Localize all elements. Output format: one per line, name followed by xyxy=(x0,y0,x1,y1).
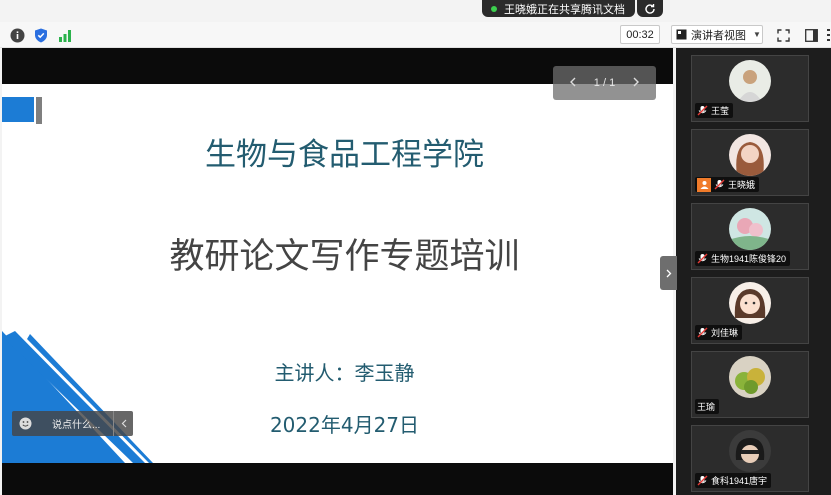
chevron-right-icon xyxy=(666,269,671,277)
layout-icon xyxy=(676,29,687,40)
participant-tile[interactable]: 生物1941陈俊锋20 xyxy=(691,203,809,270)
participant-name: 生物1941陈俊锋20 xyxy=(711,254,787,264)
fullscreen-icon xyxy=(776,28,790,42)
avatar xyxy=(729,60,771,102)
participant-tile[interactable]: 王晓娥 xyxy=(691,129,809,196)
meeting-toolbar: 00:32 演讲者视图 ▼ xyxy=(0,22,831,48)
switch-share-button[interactable] xyxy=(637,0,663,17)
meeting-window: 王晓娥正在共享腾讯文档 00:32 演讲者视图 ▼ 生物与食品工程学院 教研论文… xyxy=(0,0,831,495)
avatar xyxy=(729,208,771,250)
mic-muted-icon xyxy=(697,253,708,264)
chevron-right-icon xyxy=(633,77,639,86)
info-button[interactable] xyxy=(9,27,25,43)
fullscreen-button[interactable] xyxy=(775,27,791,43)
network-status-button[interactable] xyxy=(57,27,73,43)
more-options-button[interactable] xyxy=(824,27,831,43)
participant-name: 王瑜 xyxy=(697,402,716,412)
shared-slide: 生物与食品工程学院 教研论文写作专题培训 主讲人：李玉静 2022年4月27日 xyxy=(2,84,673,463)
toggle-sidebar-button[interactable] xyxy=(803,27,819,43)
participant-name-tag: 王瑜 xyxy=(695,399,720,414)
page-indicator: 1 / 1 xyxy=(593,77,616,89)
prev-page-button[interactable] xyxy=(569,77,577,90)
participant-tile[interactable]: 刘佳琳 xyxy=(691,277,809,344)
participant-tile[interactable]: 食科1941唐宇 xyxy=(691,425,809,492)
mic-muted-icon xyxy=(697,105,708,116)
participant-name: 食科1941唐宇 xyxy=(711,476,768,486)
sharing-status-banner: 王晓娥正在共享腾讯文档 xyxy=(482,0,635,17)
meeting-timer: 00:32 xyxy=(620,25,660,44)
avatar xyxy=(729,134,771,176)
slide-title: 生物与食品工程学院 xyxy=(205,137,484,173)
next-page-button[interactable] xyxy=(632,77,640,90)
host-badge-icon xyxy=(697,177,711,192)
participant-name-tag: 生物1941陈俊锋20 xyxy=(695,251,791,266)
participant-name-tag: 王莹 xyxy=(695,103,734,118)
slide-pager: 1 / 1 xyxy=(553,66,656,100)
more-icon xyxy=(827,29,830,41)
participant-tile[interactable]: 王莹 xyxy=(691,55,809,122)
slide-accent-bar xyxy=(36,97,42,124)
sharing-status-text: 王晓娥正在共享腾讯文档 xyxy=(504,3,625,16)
chat-input[interactable]: 说点什么... xyxy=(12,411,133,436)
shield-icon xyxy=(35,28,47,42)
live-indicator-icon xyxy=(491,5,497,12)
participant-name: 王晓娥 xyxy=(728,180,756,190)
slide-accent-block xyxy=(2,97,34,122)
participant-name: 王莹 xyxy=(711,106,730,116)
slide-subtitle: 教研论文写作专题培训 xyxy=(169,237,520,277)
avatar xyxy=(729,430,771,472)
smiley-icon xyxy=(19,417,31,430)
participant-name: 刘佳琳 xyxy=(711,328,739,338)
avatar xyxy=(729,282,771,324)
avatar xyxy=(729,356,771,398)
participant-tile[interactable]: 王瑜 xyxy=(691,351,809,418)
mic-muted-icon xyxy=(697,327,708,338)
chat-collapse-button[interactable] xyxy=(113,411,133,436)
chevron-down-icon: ▼ xyxy=(753,30,761,39)
info-icon xyxy=(10,28,24,42)
participant-name-tag: 刘佳琳 xyxy=(695,325,743,340)
participant-name-tag: 王晓娥 xyxy=(695,177,760,192)
slide-presenter: 主讲人：李玉静 xyxy=(274,361,415,385)
security-button[interactable] xyxy=(33,27,49,43)
view-mode-dropdown[interactable]: 演讲者视图 ▼ xyxy=(671,25,763,44)
mic-muted-icon xyxy=(697,475,708,486)
signal-strength-icon xyxy=(59,29,71,42)
chevron-left-icon xyxy=(121,419,126,428)
collapse-panel-handle[interactable] xyxy=(660,256,677,290)
emoji-button[interactable] xyxy=(12,417,38,430)
chevron-left-icon xyxy=(570,77,576,86)
sidebar-panel-icon xyxy=(804,28,818,42)
chat-placeholder: 说点什么... xyxy=(52,420,101,431)
refresh-icon xyxy=(645,3,655,14)
mic-muted-icon xyxy=(714,179,725,190)
view-mode-label: 演讲者视图 xyxy=(691,29,746,42)
stage-letterbox-bottom xyxy=(2,463,673,495)
participant-name-tag: 食科1941唐宇 xyxy=(695,473,772,488)
